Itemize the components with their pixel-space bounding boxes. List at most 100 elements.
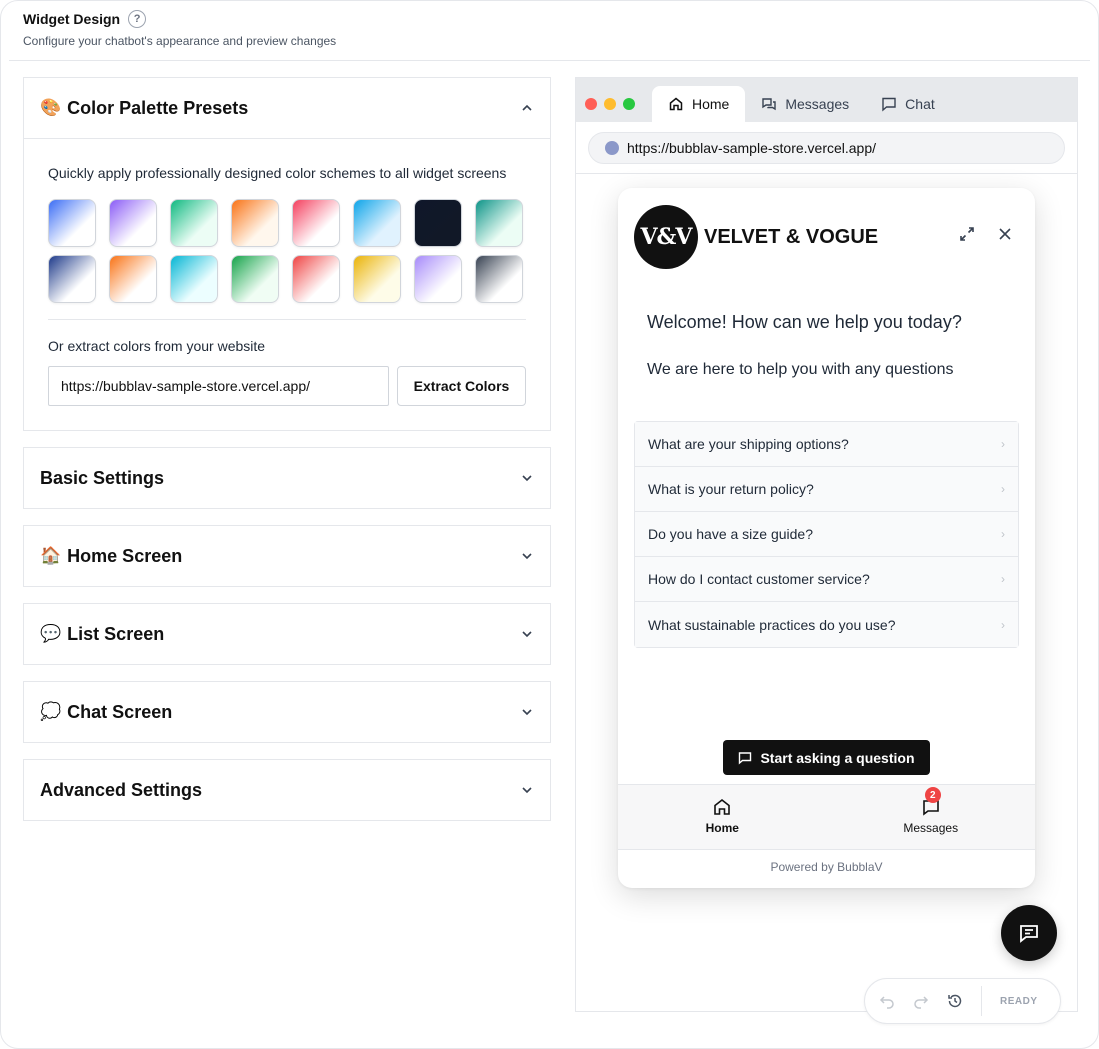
- header-divider: [9, 60, 1090, 61]
- page-title: Widget Design: [23, 11, 121, 27]
- color-swatch[interactable]: [414, 199, 462, 247]
- website-url-input[interactable]: [48, 366, 389, 406]
- chevron-down-icon[interactable]: [520, 471, 534, 485]
- settings-section: Basic Settings: [23, 447, 551, 509]
- close-icon[interactable]: [997, 226, 1013, 242]
- section-title: Advanced Settings: [40, 779, 203, 800]
- section-header[interactable]: Basic Settings: [24, 448, 550, 508]
- undo-icon[interactable]: [879, 993, 895, 1009]
- page-header: Widget Design ? Configure your chatbot's…: [23, 10, 336, 48]
- preview-toolbar: READY: [864, 978, 1061, 1024]
- faq-list: What are your shipping options? › What is …: [634, 421, 1019, 648]
- chevron-down-icon[interactable]: [520, 627, 534, 641]
- settings-section: 🏠 Home Screen: [23, 525, 551, 587]
- color-palette-panel: 🎨 Color Palette Presets Quickly apply pr…: [23, 77, 551, 431]
- close-dot-icon: [585, 98, 597, 110]
- faq-item[interactable]: What is your return policy? ›: [635, 467, 1018, 512]
- home-icon: [669, 97, 683, 111]
- section-emoji-icon: 💭: [40, 702, 62, 721]
- brand-logo: V&V: [634, 205, 698, 269]
- color-swatch[interactable]: [475, 255, 523, 303]
- color-swatch[interactable]: [353, 199, 401, 247]
- chevron-right-icon: ›: [1001, 437, 1005, 451]
- chevron-right-icon: ›: [1001, 482, 1005, 496]
- faq-question: What are your shipping options?: [648, 436, 849, 452]
- globe-icon: [605, 140, 619, 155]
- messages-icon: [762, 98, 777, 111]
- widget-header: V&V VELVET & VOGUE: [618, 188, 1035, 288]
- widget-preview: Home Messages Chat https://bubblav-sampl…: [575, 77, 1078, 1024]
- chevron-down-icon[interactable]: [520, 705, 534, 719]
- redo-icon[interactable]: [913, 993, 929, 1009]
- extract-colors-button[interactable]: Extract Colors: [397, 366, 526, 406]
- faq-item[interactable]: What sustainable practices do you use? ›: [635, 602, 1018, 647]
- faq-question: What sustainable practices do you use?: [648, 616, 896, 633]
- tab-chat[interactable]: Chat: [865, 86, 951, 122]
- color-palette-header[interactable]: 🎨 Color Palette Presets: [24, 78, 550, 138]
- widget-nav: Home 2 Messages: [618, 784, 1035, 850]
- section-header[interactable]: 💭 Chat Screen: [24, 682, 550, 742]
- page-subtitle: Configure your chatbot's appearance and …: [23, 34, 337, 48]
- chevron-up-icon[interactable]: [520, 101, 534, 115]
- welcome-title: Welcome! How can we help you today?: [647, 312, 962, 332]
- chevron-down-icon[interactable]: [520, 783, 534, 797]
- color-swatch[interactable]: [475, 199, 523, 247]
- color-swatch[interactable]: [109, 255, 157, 303]
- nav-home[interactable]: Home: [618, 785, 827, 849]
- tab-messages[interactable]: Messages: [745, 86, 865, 122]
- welcome-subtitle: We are here to help you with any questio…: [647, 361, 954, 378]
- maximize-dot-icon: [623, 98, 635, 110]
- tab-home[interactable]: Home: [652, 86, 746, 122]
- history-icon[interactable]: [947, 993, 963, 1009]
- color-swatch[interactable]: [170, 199, 218, 247]
- nav-messages[interactable]: 2 Messages: [827, 785, 1036, 849]
- section-emoji-icon: 💬: [40, 624, 62, 643]
- color-palette-title: Color Palette Presets: [67, 97, 249, 118]
- section-title: Basic Settings: [40, 467, 165, 488]
- section-header[interactable]: 🏠 Home Screen: [24, 526, 550, 586]
- color-swatch[interactable]: [170, 255, 218, 303]
- color-swatch[interactable]: [292, 255, 340, 303]
- palette-description: Quickly apply professionally designed co…: [48, 165, 507, 181]
- help-icon[interactable]: ?: [128, 10, 147, 28]
- faq-question: How do I contact customer service?: [648, 571, 870, 587]
- section-title: Home Screen: [67, 545, 183, 566]
- color-swatch[interactable]: [48, 199, 96, 247]
- minimize-dot-icon: [604, 98, 616, 110]
- chat-bubble-icon: [739, 751, 752, 764]
- expand-icon[interactable]: [959, 226, 975, 242]
- chat-launcher-icon: [1020, 925, 1038, 943]
- faq-question: What is your return policy?: [648, 481, 814, 497]
- color-swatch[interactable]: [414, 255, 462, 303]
- browser-url-bar[interactable]: https://bubblav-sample-store.vercel.app/: [588, 131, 1065, 164]
- faq-item[interactable]: How do I contact customer service? ›: [635, 557, 1018, 602]
- status-ready: READY: [1000, 995, 1038, 1007]
- settings-column: 🎨 Color Palette Presets Quickly apply pr…: [23, 77, 551, 837]
- color-swatch[interactable]: [292, 199, 340, 247]
- faq-item[interactable]: What are your shipping options? ›: [635, 422, 1018, 467]
- color-swatch[interactable]: [231, 199, 279, 247]
- start-question-button[interactable]: Start asking a question: [723, 740, 930, 775]
- chevron-right-icon: ›: [1001, 617, 1005, 632]
- section-list: Basic Settings 🏠 Home Screen 💬 List Scre…: [23, 447, 551, 821]
- chevron-right-icon: ›: [1001, 527, 1005, 541]
- chat-icon: [882, 97, 896, 112]
- browser-url: https://bubblav-sample-store.vercel.app/: [627, 139, 877, 156]
- faq-question: Do you have a size guide?: [648, 526, 813, 542]
- unread-badge: 2: [924, 787, 941, 803]
- powered-by: Powered by BubblaV: [770, 860, 883, 874]
- chat-launcher-button[interactable]: [1001, 905, 1057, 961]
- swatch-grid: [48, 199, 526, 303]
- chevron-down-icon[interactable]: [520, 549, 534, 563]
- color-swatch[interactable]: [353, 255, 401, 303]
- browser-tabbar: Home Messages Chat: [576, 78, 1077, 122]
- section-header[interactable]: 💬 List Screen: [24, 604, 550, 664]
- chat-widget: V&V VELVET & VOGUE Welcome! How can we h…: [618, 188, 1035, 888]
- color-swatch[interactable]: [48, 255, 96, 303]
- section-header[interactable]: Advanced Settings: [24, 760, 550, 820]
- color-swatch[interactable]: [109, 199, 157, 247]
- chevron-right-icon: ›: [1001, 572, 1005, 586]
- color-swatch[interactable]: [231, 255, 279, 303]
- faq-item[interactable]: Do you have a size guide? ›: [635, 512, 1018, 557]
- widget-design-window: Widget Design ? Configure your chatbot's…: [0, 0, 1099, 1049]
